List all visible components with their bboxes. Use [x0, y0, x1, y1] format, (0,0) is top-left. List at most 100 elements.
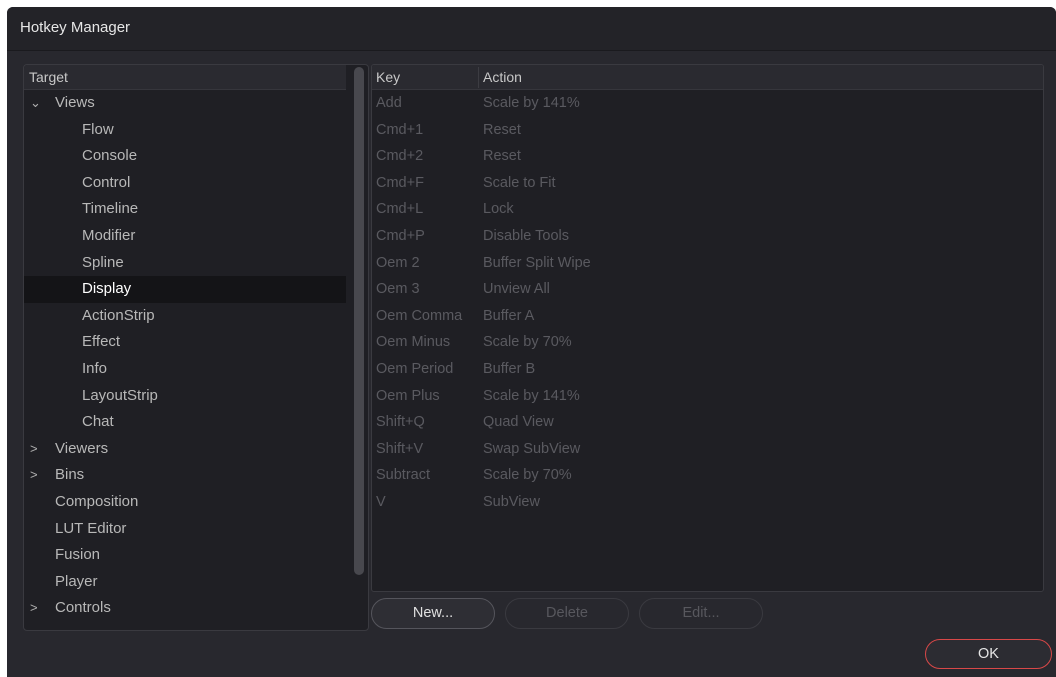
- tree-item-info[interactable]: Info: [24, 356, 346, 383]
- hotkey-row[interactable]: Shift+V Swap SubView: [372, 436, 1043, 463]
- tree-header[interactable]: Target: [24, 65, 346, 90]
- tree-item-control[interactable]: Control: [24, 170, 346, 197]
- tree-item-effect[interactable]: Effect: [24, 329, 346, 356]
- hotkey-action: Unview All: [483, 281, 550, 298]
- hotkey-list-panel: Key Action Add Scale by 141% Cmd+1 Reset Cmd…: [371, 64, 1044, 592]
- tree-item-flow[interactable]: Flow: [24, 117, 346, 144]
- hotkey-action: Reset: [483, 148, 521, 165]
- tree-item-player[interactable]: Player: [24, 569, 346, 596]
- tree-item-label: Chat: [82, 413, 114, 431]
- tree-header-label: Target: [29, 69, 68, 85]
- tree-item-layoutstrip[interactable]: LayoutStrip: [24, 383, 346, 410]
- tree-item-label: Composition: [55, 493, 139, 510]
- hotkey-row[interactable]: Oem 3 Unview All: [372, 276, 1043, 303]
- tree-item-label: Bins: [55, 466, 85, 484]
- hotkey-key: V: [376, 494, 386, 510]
- tree-item-console[interactable]: Console: [24, 143, 346, 170]
- list-header: Key Action: [372, 65, 1043, 90]
- hotkey-row[interactable]: Subtract Scale by 70%: [372, 462, 1043, 489]
- column-header-key[interactable]: Key: [376, 69, 400, 85]
- hotkey-action: Scale by 141%: [483, 387, 580, 404]
- tree-item-label: Console: [82, 147, 138, 165]
- hotkey-manager-window: Hotkey Manager Target ⌄ Views Flow Console C…: [7, 7, 1056, 677]
- hotkey-row[interactable]: Cmd+F Scale to Fit: [372, 170, 1043, 197]
- hotkey-row[interactable]: Oem Comma Buffer A: [372, 303, 1043, 330]
- tree-item-label: Info: [82, 360, 108, 377]
- tree-item-spline[interactable]: Spline: [24, 250, 346, 277]
- hotkey-key: Oem 3: [376, 281, 420, 298]
- tree-item-label: Flow: [82, 120, 114, 138]
- hotkey-action: Scale by 70%: [483, 334, 572, 351]
- tree-item-composition[interactable]: Composition: [24, 489, 346, 516]
- hotkey-action: SubView: [483, 494, 540, 510]
- hotkey-row[interactable]: Oem Period Buffer B: [372, 356, 1043, 383]
- hotkey-row[interactable]: Add Scale by 141%: [372, 90, 1043, 117]
- tree-item-display[interactable]: Display: [24, 276, 346, 303]
- target-tree-panel: Target ⌄ Views Flow Console Control Timeline M…: [23, 64, 369, 631]
- tree-item-label: Display: [82, 280, 132, 298]
- tree-item-actionstrip[interactable]: ActionStrip: [24, 303, 346, 330]
- tree-scrollbar[interactable]: [354, 67, 364, 575]
- chevron-right-icon[interactable]: >: [30, 595, 38, 621]
- hotkey-row[interactable]: Shift+Q Quad View: [372, 409, 1043, 436]
- hotkey-key: Cmd+1: [376, 121, 424, 138]
- hotkey-action: Buffer A: [483, 307, 535, 324]
- hotkey-action: Scale by 70%: [483, 467, 572, 484]
- chevron-down-icon[interactable]: ⌄: [30, 90, 41, 116]
- tree-item-label: Views: [55, 94, 95, 111]
- hotkey-key: Cmd+L: [376, 201, 424, 218]
- new-button[interactable]: New...: [371, 598, 495, 629]
- hotkey-row[interactable]: V SubView: [372, 489, 1043, 516]
- hotkey-row[interactable]: Cmd+P Disable Tools: [372, 223, 1043, 250]
- hotkey-action: Swap SubView: [483, 440, 581, 457]
- tree-item-label: ActionStrip: [82, 306, 155, 324]
- tree-item-bins[interactable]: > Bins: [24, 462, 346, 489]
- tree-item-timeline[interactable]: Timeline: [24, 196, 346, 223]
- hotkey-key: Oem Minus: [376, 334, 451, 351]
- hotkey-key: Shift+V: [376, 440, 424, 457]
- hotkey-key: Oem Plus: [376, 387, 440, 404]
- tree-item-fusion[interactable]: Fusion: [24, 542, 346, 569]
- hotkey-action: Quad View: [483, 414, 554, 431]
- title-bar: Hotkey Manager: [7, 7, 1056, 51]
- edit-button[interactable]: Edit...: [639, 598, 763, 629]
- hotkey-key: Oem 2: [376, 254, 420, 271]
- tree-item-label: Control: [82, 173, 131, 191]
- delete-button[interactable]: Delete: [505, 598, 629, 629]
- tree-item-controls[interactable]: > Controls: [24, 595, 346, 622]
- ok-button[interactable]: OK: [925, 639, 1052, 669]
- column-divider[interactable]: [478, 67, 479, 88]
- hotkey-action: Buffer Split Wipe: [483, 254, 591, 271]
- hotkey-key: Oem Comma: [376, 307, 463, 324]
- tree-item-lut-editor[interactable]: LUT Editor: [24, 516, 346, 543]
- hotkey-row[interactable]: Oem Plus Scale by 141%: [372, 383, 1043, 410]
- tree-item-label: Modifier: [82, 227, 136, 244]
- hotkey-action: Buffer B: [483, 361, 536, 377]
- hotkey-action: Disable Tools: [483, 228, 569, 244]
- hotkey-row[interactable]: Cmd+1 Reset: [372, 117, 1043, 144]
- hotkey-row[interactable]: Oem Minus Scale by 70%: [372, 329, 1043, 356]
- hotkey-key: Cmd+P: [376, 228, 425, 244]
- hotkey-key: Shift+Q: [376, 414, 425, 431]
- tree-item-chat[interactable]: Chat: [24, 409, 346, 436]
- column-header-action[interactable]: Action: [483, 69, 522, 85]
- window-title: Hotkey Manager: [20, 19, 131, 36]
- tree-item-label: Fusion: [55, 546, 101, 564]
- hotkey-action: Lock: [483, 201, 514, 218]
- hotkey-key: Subtract: [376, 467, 430, 484]
- chevron-right-icon[interactable]: >: [30, 436, 38, 462]
- hotkey-row[interactable]: Cmd+2 Reset: [372, 143, 1043, 170]
- tree-item-label: Spline: [82, 253, 124, 271]
- tree-item-label: LayoutStrip: [82, 386, 158, 404]
- tree-item-label: Player: [55, 572, 98, 590]
- hotkey-action: Scale to Fit: [483, 174, 556, 191]
- hotkey-row[interactable]: Cmd+L Lock: [372, 196, 1043, 223]
- hotkey-key: Cmd+F: [376, 174, 424, 191]
- tree-item-views[interactable]: ⌄ Views: [24, 90, 346, 117]
- tree-item-label: Controls: [55, 599, 111, 617]
- hotkey-key: Cmd+2: [376, 148, 424, 165]
- tree-item-viewers[interactable]: > Viewers: [24, 436, 346, 463]
- chevron-right-icon[interactable]: >: [30, 462, 38, 488]
- hotkey-row[interactable]: Oem 2 Buffer Split Wipe: [372, 250, 1043, 277]
- tree-item-modifier[interactable]: Modifier: [24, 223, 346, 250]
